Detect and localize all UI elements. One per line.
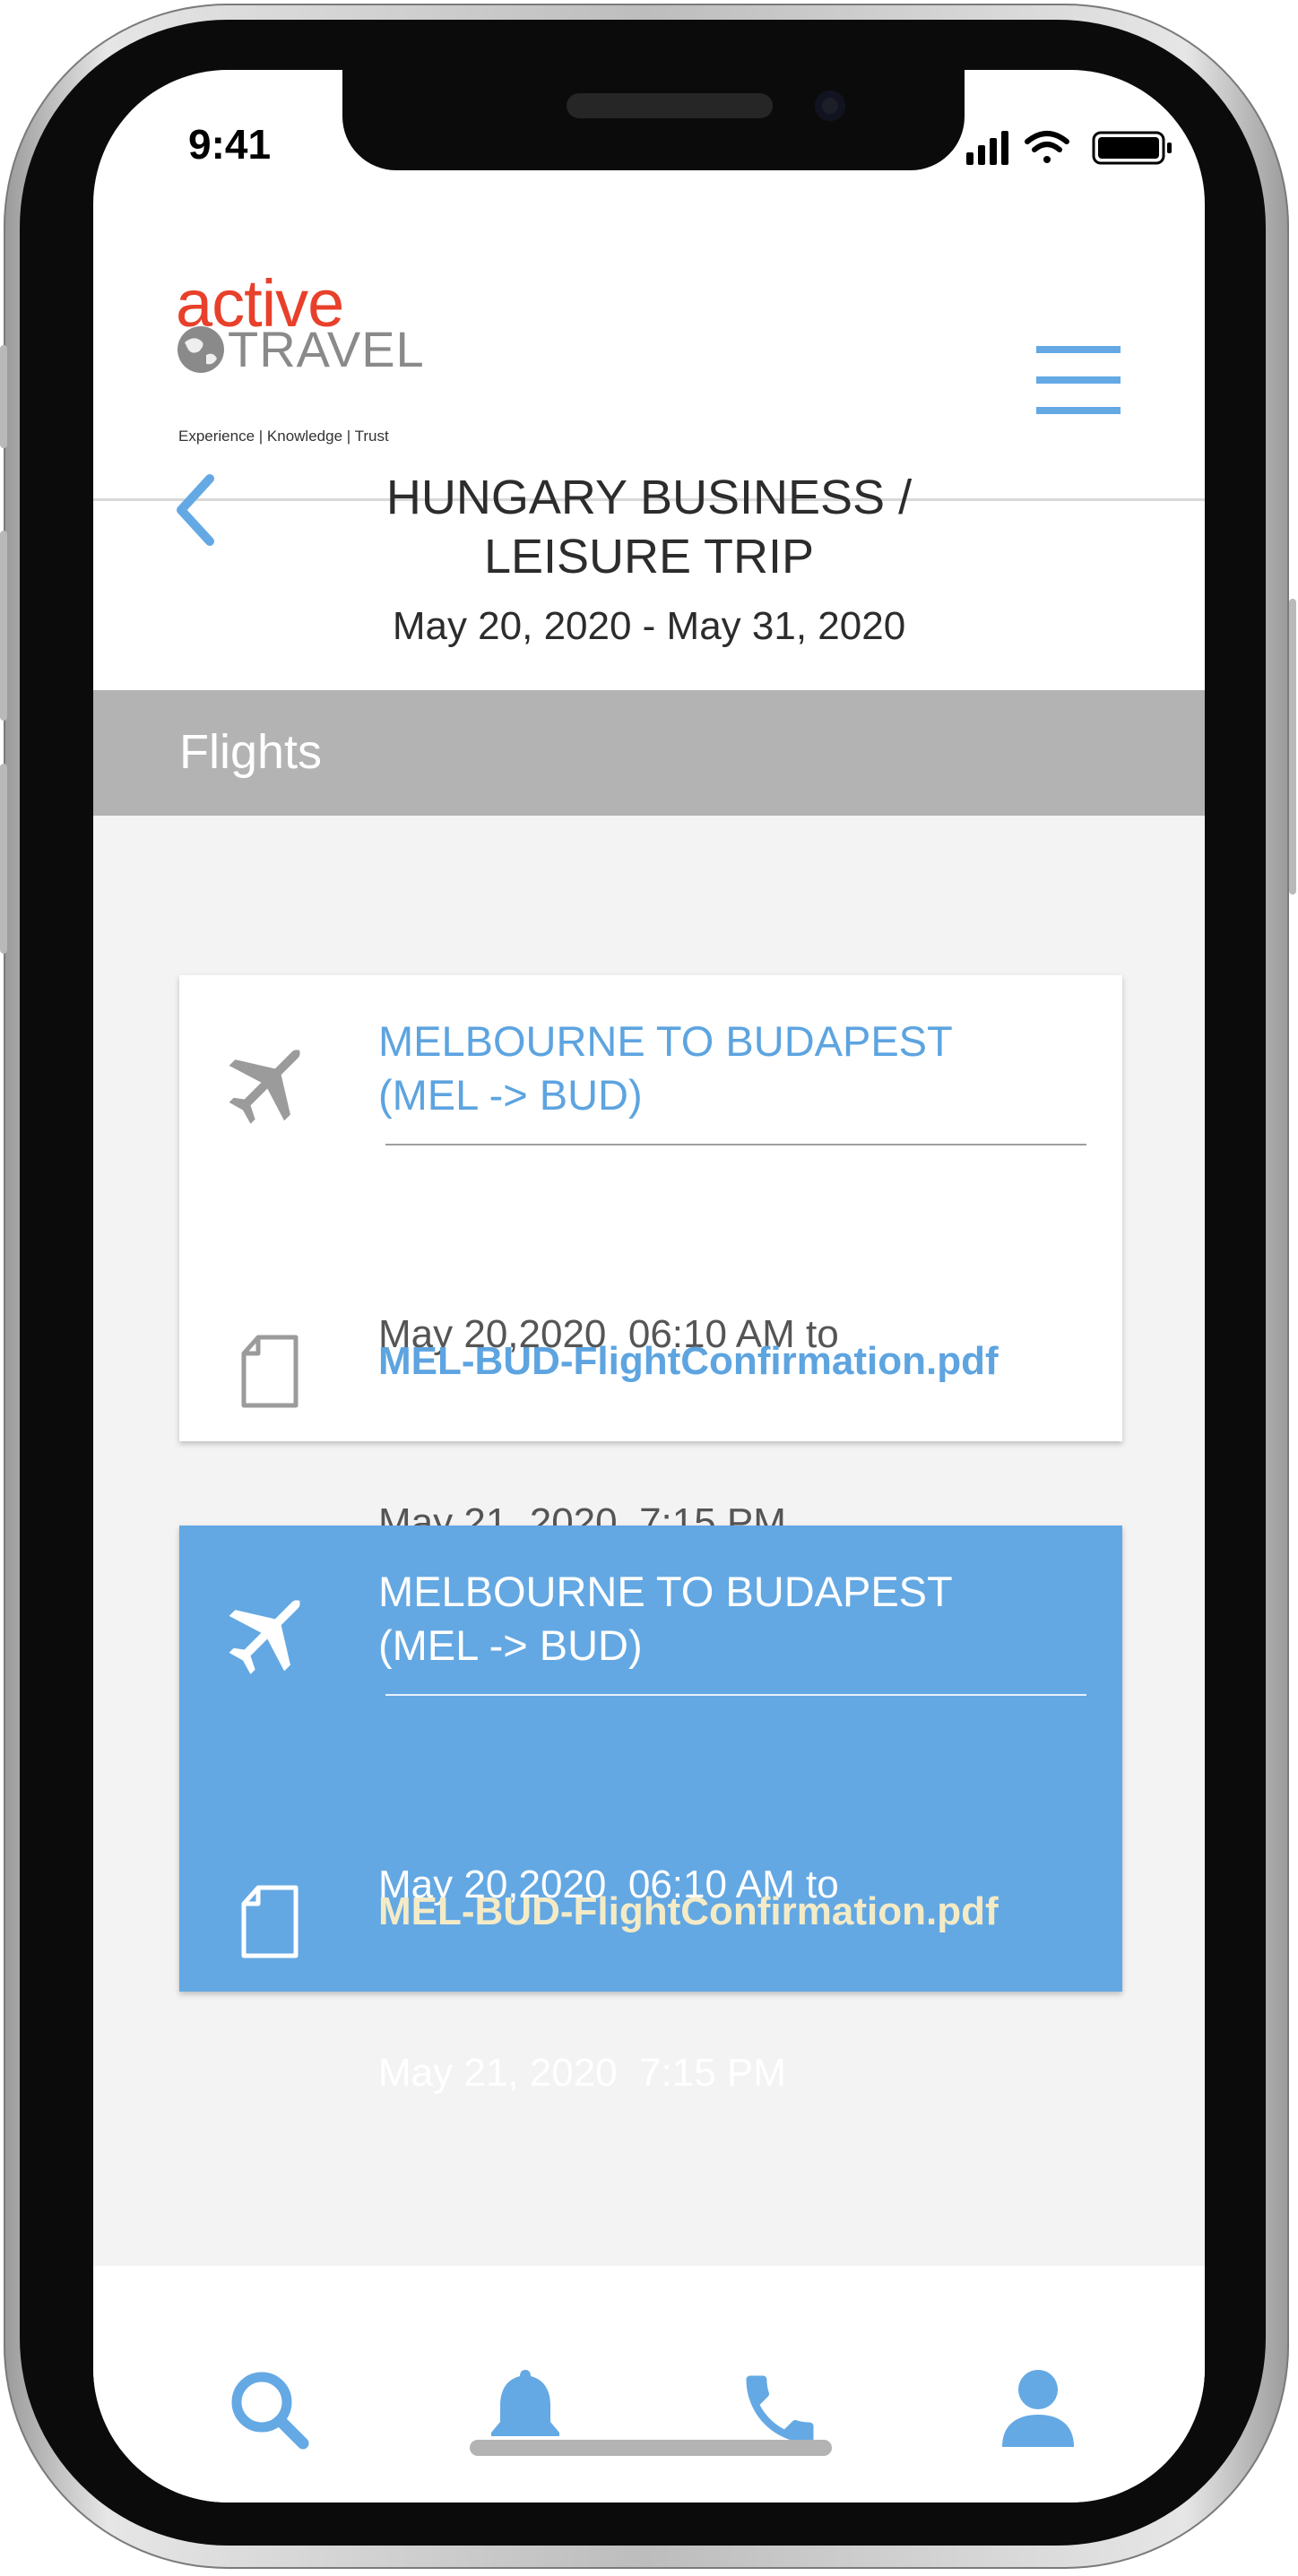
trip-title: HUNGARY BUSINESS / LEISURE TRIP	[326, 468, 972, 586]
flight-confirmation-link[interactable]: MEL-BUD-FlightConfirmation.pdf	[378, 1339, 999, 1384]
trip-dates: May 20, 2020 - May 31, 2020	[392, 604, 906, 648]
flight-confirmation-link[interactable]: MEL-BUD-FlightConfirmation.pdf	[378, 1889, 999, 1934]
search-icon[interactable]	[224, 2364, 314, 2454]
status-icons	[966, 131, 1172, 165]
airplane-icon	[229, 1049, 301, 1124]
mute-switch	[0, 345, 7, 448]
trip-title-line-2: LEISURE TRIP	[483, 530, 815, 583]
power-button	[1289, 599, 1296, 895]
battery-icon	[1092, 131, 1172, 165]
wifi-icon	[1025, 131, 1069, 163]
flight-route-line-2: (MEL -> BUD)	[378, 1071, 643, 1119]
app-header: active TRAVEL Experience | Knowledge | T…	[93, 229, 1205, 501]
signal-icon	[966, 131, 1008, 165]
flight-route-line-1: MELBOURNE TO BUDAPEST	[378, 1568, 953, 1615]
logo-tagline: Experience | Knowledge | Trust	[178, 428, 389, 445]
flight-route-line-2: (MEL -> BUD)	[378, 1621, 643, 1669]
card-divider	[385, 1144, 1086, 1145]
app-screen: 9:41 active TRAVEL Experience | Knowledg…	[93, 70, 1205, 2503]
speaker-grille	[567, 93, 773, 118]
user-icon[interactable]	[993, 2364, 1083, 2454]
flight-route: MELBOURNE TO BUDAPEST (MEL -> BUD)	[378, 1565, 1086, 1673]
document-icon	[241, 1335, 299, 1408]
flight-card-selected[interactable]: MELBOURNE TO BUDAPEST (MEL -> BUD) May 2…	[179, 1526, 1122, 2095]
back-chevron-icon[interactable]	[169, 470, 222, 550]
flight-card[interactable]: MELBOURNE TO BUDAPEST (MEL -> BUD) May 2…	[179, 975, 1122, 1544]
flight-route-line-1: MELBOURNE TO BUDAPEST	[378, 1017, 953, 1065]
hamburger-menu-icon[interactable]	[1036, 346, 1121, 414]
airplane-icon	[229, 1599, 301, 1674]
flight-route: MELBOURNE TO BUDAPEST (MEL -> BUD)	[378, 1015, 1086, 1122]
bottom-navigation	[93, 2266, 1205, 2503]
logo-wordmark-travel: TRAVEL	[228, 321, 425, 377]
section-title: Flights	[179, 725, 323, 779]
notch	[342, 70, 965, 170]
section-header-bar: Flights	[93, 690, 1205, 816]
status-time: 9:41	[188, 121, 272, 168]
document-icon	[241, 1885, 299, 1958]
card-divider	[385, 1694, 1086, 1696]
flights-list: MELBOURNE TO BUDAPEST (MEL -> BUD) May 2…	[93, 816, 1205, 2266]
globe-icon	[177, 326, 224, 373]
trip-title-line-1: HUNGARY BUSINESS /	[385, 471, 913, 524]
volume-down-button	[0, 764, 7, 954]
home-indicator	[470, 2440, 832, 2456]
front-camera	[815, 91, 845, 121]
flight-arrival-time: May 21, 2020 7:15 PM	[378, 2051, 786, 2095]
flight-time: May 20,2020 06:10 AM to May 21, 2020 7:1…	[378, 1728, 1086, 2230]
volume-up-button	[0, 531, 7, 721]
